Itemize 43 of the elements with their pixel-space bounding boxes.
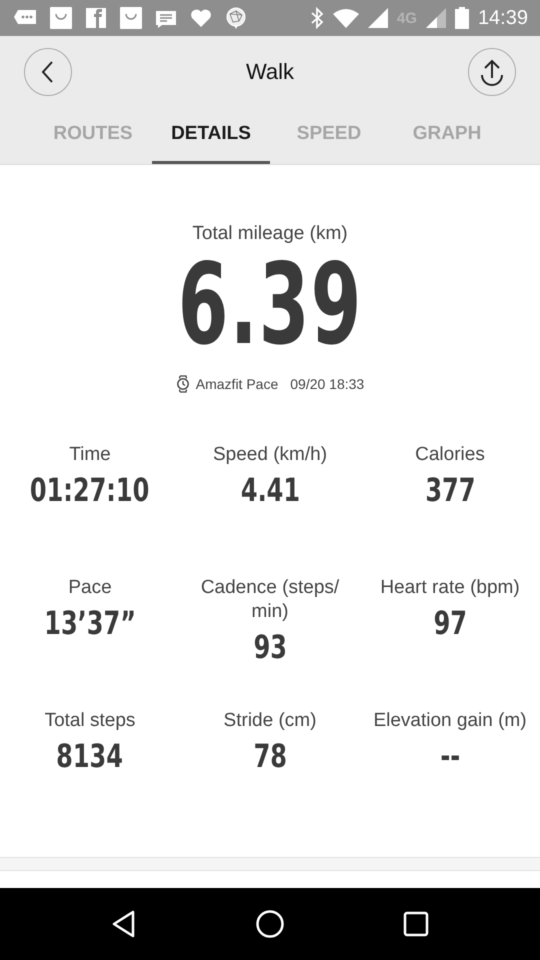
signal-icon bbox=[368, 8, 388, 28]
back-button[interactable] bbox=[24, 48, 72, 96]
total-mileage-label: Total mileage (km) bbox=[192, 223, 348, 245]
stat-value: 01:27:10 bbox=[30, 471, 150, 509]
stat-value: -- bbox=[440, 737, 460, 775]
battery-icon bbox=[454, 7, 469, 29]
back-nav-icon[interactable] bbox=[111, 909, 137, 939]
stat-label: Speed (km/h) bbox=[212, 443, 328, 467]
stat-label: Stride (cm) bbox=[224, 709, 316, 733]
stat-label: Time bbox=[69, 443, 111, 467]
tab[interactable]: DETAILS bbox=[152, 107, 270, 164]
bluetooth-icon bbox=[310, 7, 324, 29]
tab[interactable]: ROUTES bbox=[34, 107, 152, 164]
tab[interactable]: GRAPH bbox=[388, 107, 506, 164]
clock-time: 14:39 bbox=[478, 6, 528, 30]
screen-title: Walk bbox=[246, 59, 294, 85]
stat-label: Calories bbox=[415, 443, 485, 467]
shopping-bag-icon bbox=[49, 6, 73, 30]
stat-label: Total steps bbox=[44, 709, 136, 733]
watch-icon bbox=[176, 375, 190, 393]
stat-label: Heart rate (bpm) bbox=[380, 576, 520, 600]
stat-value: 8134 bbox=[56, 737, 124, 775]
stat-label: Pace bbox=[68, 576, 112, 600]
stat-value: 13’37” bbox=[44, 604, 136, 642]
stat-value: 78 bbox=[253, 737, 287, 775]
stat-value: 377 bbox=[424, 471, 476, 509]
total-mileage-value: 6.39 bbox=[178, 249, 362, 361]
stat-value: 93 bbox=[253, 628, 287, 666]
facebook-icon bbox=[84, 6, 108, 30]
stat-value: 4.41 bbox=[240, 471, 300, 509]
upload-icon bbox=[478, 58, 505, 86]
wifi-icon bbox=[332, 8, 359, 28]
workout-date: 09/20 18:33 bbox=[290, 376, 364, 392]
home-nav-icon[interactable] bbox=[255, 909, 285, 939]
stat-label: Elevation gain (m) bbox=[373, 709, 527, 733]
device-name: Amazfit Pace bbox=[196, 376, 278, 392]
stat-label: Cadence (steps/ min) bbox=[200, 576, 340, 624]
stat-value: 97 bbox=[433, 604, 467, 642]
shopping-bag-icon bbox=[119, 6, 143, 30]
recents-nav-icon[interactable] bbox=[403, 911, 429, 937]
tab[interactable]: SPEED bbox=[270, 107, 388, 164]
signal-icon bbox=[426, 8, 446, 28]
share-button[interactable] bbox=[468, 48, 516, 96]
